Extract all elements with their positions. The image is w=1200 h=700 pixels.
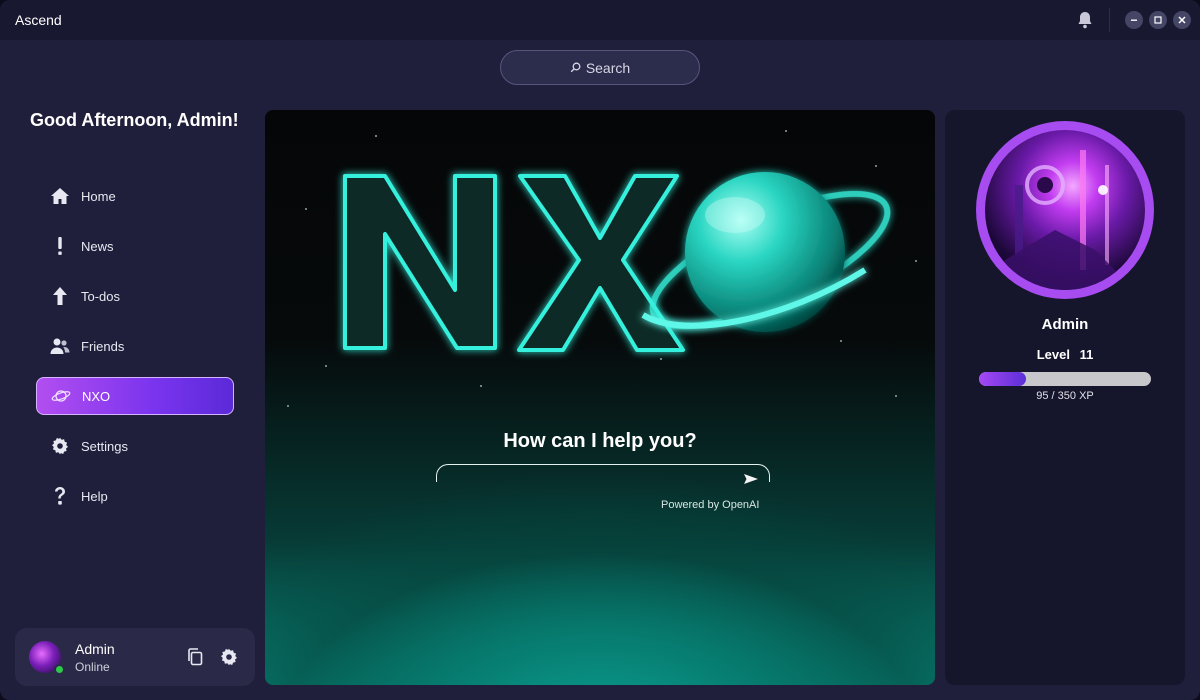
maximize-button[interactable] bbox=[1149, 11, 1167, 29]
send-icon[interactable] bbox=[743, 472, 761, 486]
sidebar-item-home[interactable]: Home bbox=[36, 177, 234, 215]
online-status-dot bbox=[54, 664, 65, 675]
sidebar-item-help[interactable]: Help bbox=[36, 477, 234, 515]
planet-icon bbox=[51, 386, 71, 406]
xp-progress-bar bbox=[979, 372, 1151, 386]
titlebar-divider bbox=[1109, 8, 1110, 32]
sidebar-item-label: NXO bbox=[82, 388, 111, 404]
search-icon bbox=[570, 60, 581, 76]
sidebar-item-label: To-dos bbox=[81, 288, 121, 304]
settings-gear-icon[interactable] bbox=[219, 647, 239, 667]
profile-level: Level 11 bbox=[945, 347, 1185, 362]
sidebar-item-label: Friends bbox=[81, 338, 125, 354]
sidebar-item-nxo[interactable]: NXO bbox=[36, 377, 234, 415]
gear-icon bbox=[50, 436, 70, 456]
xp-progress-fill bbox=[979, 372, 1026, 386]
nxo-logo bbox=[343, 172, 891, 352]
user-status: Online bbox=[75, 660, 110, 674]
exclamation-icon bbox=[50, 236, 70, 256]
user-name: Admin bbox=[75, 641, 115, 657]
prompt-input[interactable] bbox=[436, 464, 770, 482]
sidebar-item-settings[interactable]: Settings bbox=[36, 427, 234, 465]
sidebar-item-friends[interactable]: Friends bbox=[36, 327, 234, 365]
profile-name: Admin bbox=[1041, 316, 1089, 333]
close-button[interactable] bbox=[1173, 11, 1191, 29]
sidebar-item-label: Home bbox=[81, 188, 116, 204]
sidebar-item-todos[interactable]: To-dos bbox=[36, 277, 234, 315]
title-bar: Ascend bbox=[0, 0, 1200, 40]
user-card: Admin Online bbox=[15, 628, 255, 686]
xp-text: 95 / 350 XP bbox=[1036, 390, 1094, 402]
greeting-heading: Good Afternoon, Admin! bbox=[30, 110, 239, 130]
minimize-button[interactable] bbox=[1125, 11, 1143, 29]
arrow-up-icon bbox=[50, 286, 70, 306]
bell-icon[interactable] bbox=[1075, 10, 1095, 30]
app-title: Ascend bbox=[15, 12, 62, 28]
profile-panel: Admin Level 11 95 / 350 XP bbox=[945, 110, 1185, 685]
nxo-assistant-panel: How can I help you? Powered by OpenAI bbox=[265, 110, 935, 685]
sidebar-item-label: Help bbox=[81, 488, 108, 504]
profile-avatar-image bbox=[985, 130, 1145, 290]
search-label: Search bbox=[585, 59, 631, 76]
sidebar-item-label: Settings bbox=[81, 438, 128, 454]
friends-icon bbox=[50, 336, 70, 356]
profile-avatar[interactable] bbox=[976, 121, 1154, 299]
level-label: Level bbox=[1036, 347, 1070, 362]
powered-by-label: Powered by OpenAI bbox=[661, 499, 760, 511]
copy-icon[interactable] bbox=[185, 647, 205, 667]
level-value: 11 bbox=[1079, 347, 1094, 362]
sidebar-item-label: News bbox=[81, 238, 114, 254]
question-icon bbox=[50, 486, 70, 506]
prompt-title: How can I help you? bbox=[503, 430, 697, 452]
search-button[interactable]: Search bbox=[500, 50, 700, 85]
home-icon bbox=[50, 186, 70, 206]
app-window: Ascend Search Good Afternoon, Admin! Hom… bbox=[0, 0, 1200, 700]
sidebar-item-news[interactable]: News bbox=[36, 227, 234, 265]
